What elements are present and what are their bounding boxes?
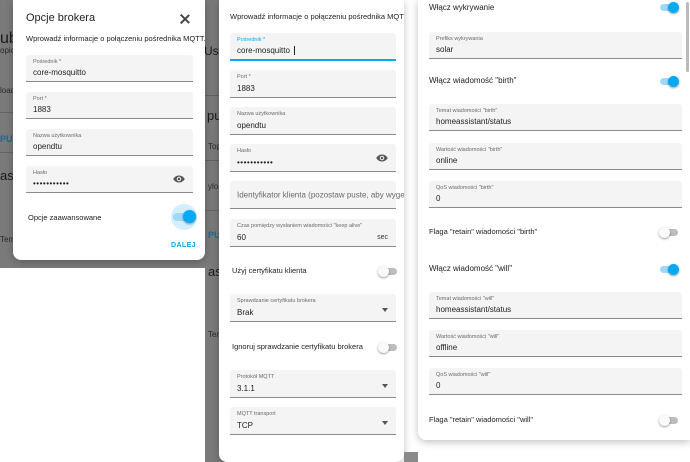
close-icon[interactable] (180, 14, 190, 24)
field-value: 1883 (237, 84, 255, 93)
password-field[interactable]: Hasło ••••••••••• (230, 144, 396, 172)
will-retain-toggle[interactable] (659, 415, 678, 426)
broker-port-field[interactable]: Port * 1883 (230, 70, 396, 98)
field-value: 60 (237, 233, 246, 242)
field-label: Temat wiadomości "will" (436, 296, 495, 302)
will-message-toggle[interactable] (660, 264, 679, 275)
will-topic-field[interactable]: Temat wiadomości "will" homeassistant/st… (429, 292, 682, 319)
birth-payload-field[interactable]: Wartość wiadomości "birth" online (429, 143, 682, 170)
username-field[interactable]: Nazwa użytkownika opendtu (26, 129, 193, 156)
will-payload-field[interactable]: Wartość wiadomości "will" offline (429, 330, 682, 357)
broker-host-field[interactable]: Pośrednik * core-mosquitto (230, 33, 396, 61)
username-field[interactable]: Nazwa użytkownika opendtu (230, 107, 396, 135)
screenshot-collage: ub opic load PUBL asł Tem Ustaw pub Topi… (0, 0, 690, 462)
eye-icon[interactable] (173, 175, 185, 184)
field-label: Temat wiadomości "birth" (436, 108, 498, 114)
birth-qos-field[interactable]: QoS wiadomości "birth" 0 (429, 181, 682, 208)
field-label: Prefiks wykrywania (436, 36, 483, 42)
will-qos-field[interactable]: QoS wiadomości "will" 0 (429, 368, 682, 395)
field-value: core-mosquitto (237, 46, 290, 55)
field-placeholder: Identyfikator klienta (pozostaw puste, a… (237, 190, 404, 199)
field-label: Port * (33, 96, 47, 102)
password-field[interactable]: Hasło ••••••••••• (26, 166, 193, 193)
broker-host-field[interactable]: Pośrednik * core-mosquitto (26, 55, 193, 82)
field-label: QoS wiadomości "will" (436, 372, 491, 378)
field-value: core-mosquitto (33, 68, 86, 77)
birth-retain-toggle[interactable] (659, 227, 678, 238)
field-label: Port * (237, 74, 251, 80)
dialog-title: Opcje brokera (26, 12, 96, 24)
field-value: opendtu (33, 142, 62, 151)
field-value: homeassistant/status (436, 117, 512, 126)
discovery-prefix-field[interactable]: Prefiks wykrywania solar (429, 32, 682, 59)
scrollbar[interactable] (686, 2, 689, 72)
field-value: 3.1.1 (237, 384, 255, 393)
birth-message-toggle[interactable] (660, 76, 679, 87)
client-cert-label: Użyj certyfikatu klienta (232, 266, 307, 275)
field-value: ••••••••••• (33, 179, 70, 188)
will-retain-label: Flaga "retain" wiadomości "will" (429, 415, 534, 424)
field-label: Pośrednik * (237, 37, 266, 43)
discovery-toggle[interactable] (660, 2, 679, 13)
birth-message-label: Włącz wiadomość "birth" (429, 76, 517, 85)
field-value: online (436, 156, 458, 165)
advanced-options-label: Opcje zaawansowane (28, 213, 102, 222)
mqtt-protocol-select[interactable]: Protokół MQTT 3.1.1 (230, 370, 396, 398)
field-label: Hasło (33, 170, 48, 176)
client-id-field[interactable]: Identyfikator klienta (pozostaw puste, a… (230, 181, 404, 209)
will-message-label: Włącz wiadomość "will" (429, 264, 513, 273)
field-label: Czas pomiędzy wysłaniem wiadomości "keep… (237, 223, 363, 229)
field-label: Wartość wiadomości "will" (436, 334, 500, 340)
field-label: Hasło (237, 148, 252, 154)
dialog-description: Wprowadź informacje o połączeniu pośredn… (230, 12, 404, 21)
eye-icon[interactable] (376, 153, 388, 162)
field-value: homeassistant/status (436, 305, 512, 314)
field-value: Brak (237, 308, 254, 317)
field-value: 0 (436, 194, 441, 203)
client-cert-toggle[interactable] (378, 266, 397, 277)
discovery-options-dialog: Włącz wykrywanie Prefiks wykrywania sola… (418, 0, 690, 440)
ignore-cert-toggle[interactable] (378, 342, 397, 353)
field-label: Wartość wiadomości "birth" (436, 147, 503, 153)
chevron-down-icon (382, 307, 388, 312)
dialog-description: Wprowadź informacje o połączeniu pośredn… (26, 34, 205, 43)
bg-fragment: ylo (208, 182, 219, 191)
advanced-options-dialog: Wprowadź informacje o połączeniu pośredn… (219, 0, 404, 462)
mqtt-transport-select[interactable]: MQTT transport TCP (230, 407, 396, 435)
field-label: Nazwa użytkownika (33, 133, 82, 139)
field-value: TCP (237, 421, 253, 430)
broker-cert-select[interactable]: Sprawdzanie certyfikatu brokera Brak (230, 294, 396, 322)
field-label: MQTT transport (237, 411, 276, 417)
field-suffix: sec (377, 234, 388, 241)
field-value: 0 (436, 381, 441, 390)
broker-port-field[interactable]: Port * 1883 (26, 92, 193, 119)
birth-retain-label: Flaga "retain" wiadomości "birth" (429, 227, 538, 236)
background-strip (404, 452, 418, 462)
next-button[interactable]: DALEJ (171, 242, 196, 249)
field-value: opendtu (237, 121, 266, 130)
keepalive-field[interactable]: Czas pomiędzy wysłaniem wiadomości "keep… (230, 219, 396, 247)
field-value: solar (436, 45, 454, 54)
text-cursor (294, 46, 295, 55)
field-label: Pośrednik * (33, 59, 62, 65)
field-value: offline (436, 343, 458, 352)
field-value: 1883 (33, 105, 51, 114)
discovery-label: Włącz wykrywanie (429, 3, 495, 12)
field-label: Protokół MQTT (237, 374, 275, 380)
field-value: ••••••••••• (237, 158, 274, 167)
ignore-cert-label: Ignoruj sprawdzanie certyfikatu brokera (232, 342, 363, 351)
birth-topic-field[interactable]: Temat wiadomości "birth" homeassistant/s… (429, 104, 682, 131)
chevron-down-icon (382, 420, 388, 425)
field-label: Sprawdzanie certyfikatu brokera (237, 298, 316, 304)
field-label: QoS wiadomości "birth" (436, 185, 494, 191)
chevron-down-icon (382, 383, 388, 388)
broker-options-dialog: Opcje brokera Wprowadź informacje o połą… (13, 0, 205, 260)
field-label: Nazwa użytkownika (237, 111, 286, 117)
advanced-options-toggle[interactable] (173, 210, 196, 223)
